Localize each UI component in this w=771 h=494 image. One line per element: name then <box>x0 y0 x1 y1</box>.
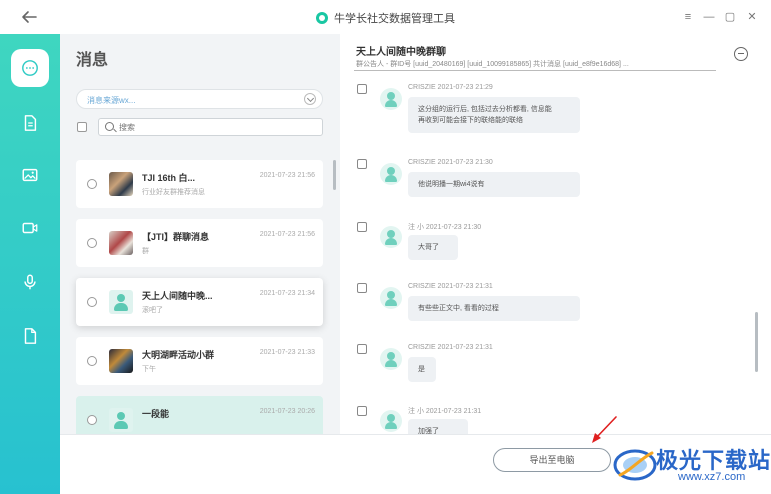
sidebar-item-files[interactable] <box>14 107 46 139</box>
conversation-checkbox[interactable] <box>87 415 97 425</box>
avatar <box>380 226 402 248</box>
avatar <box>380 287 402 309</box>
menu-icon[interactable]: ≡ <box>681 10 695 24</box>
message-bubble: 他说明播一期wi4说有 <box>408 172 580 197</box>
message-bubble: 加强了 <box>408 419 468 434</box>
title-bar: 牛学长社交数据管理工具 ≡ — ▢ ✕ <box>0 0 771 34</box>
more-options-icon[interactable] <box>734 47 748 61</box>
sidebar-item-videos[interactable] <box>14 212 46 244</box>
conversation-item[interactable]: TJI 16th 白... 行业好友群推荐消息 2021-07-23 21:56 <box>76 160 323 208</box>
watermark-logo-icon <box>613 449 657 481</box>
conversation-preview: 群 <box>142 248 149 255</box>
message-meta: CRISZIE 2021-07-23 21:31 <box>408 344 493 351</box>
select-all-checkbox[interactable] <box>77 122 87 132</box>
avatar <box>380 163 402 185</box>
avatar <box>109 172 133 196</box>
conversation-item-active[interactable]: 天上人间随中晚... 滚吧了 2021-07-23 21:34 <box>76 278 323 326</box>
message-meta: CRISZIE 2021-07-23 21:31 <box>408 283 493 290</box>
conversation-item[interactable]: 一段能 2021-07-23 20:26 <box>76 396 323 434</box>
minimize-icon[interactable]: — <box>702 10 716 24</box>
document-icon <box>24 115 37 131</box>
search-box[interactable] <box>98 118 323 136</box>
image-icon <box>22 168 38 182</box>
chat-subtitle: 群公告人 - 群ID号 [uuid_20480169] [uuid_100991… <box>356 61 629 68</box>
conversation-checkbox[interactable] <box>87 238 97 248</box>
chevron-down-icon <box>304 93 316 105</box>
microphone-icon <box>24 274 36 290</box>
message-checkbox[interactable] <box>357 344 367 354</box>
message-checkbox[interactable] <box>357 283 367 293</box>
message-meta: 注 小 2021-07-23 21:31 <box>408 408 482 415</box>
conversation-time: 2021-07-23 21:33 <box>259 349 315 356</box>
message-meta: CRISZIE 2021-07-23 21:29 <box>408 84 493 91</box>
conversation-checkbox[interactable] <box>87 297 97 307</box>
sidebar-item-attachments[interactable] <box>14 320 46 352</box>
sidebar-item-messages[interactable] <box>11 49 49 87</box>
watermark: 极光下载站 www.xz7.com <box>612 441 770 489</box>
conversation-preview: 滚吧了 <box>142 307 163 314</box>
message-bubble: 大哥了 <box>408 235 458 260</box>
message-checkbox[interactable] <box>357 406 367 416</box>
message-bubble: 这分组的运行后, 包括过去分析都看, 信息能 再收到可能会接下的联络能的联络 <box>408 97 580 133</box>
avatar <box>109 231 133 255</box>
conversation-time: 2021-07-23 21:56 <box>259 231 315 238</box>
conversation-name: 【JTI】群聊消息 <box>142 232 210 242</box>
panel-title: 消息 <box>76 52 109 69</box>
messages-panel: 消息 消息来源wx... TJI 16th 白... 行业好友群推荐消息 202… <box>60 34 340 434</box>
export-to-computer-button[interactable]: 导出至电脑 <box>493 448 611 472</box>
avatar <box>380 410 402 432</box>
conversation-name: TJI 16th 白... <box>142 173 196 183</box>
message-checkbox[interactable] <box>357 222 367 232</box>
search-input[interactable] <box>119 121 309 133</box>
conversation-name: 天上人间随中晚... <box>142 291 213 301</box>
divider <box>354 70 716 71</box>
search-icon <box>105 122 114 131</box>
avatar <box>380 348 402 370</box>
conversation-name: 一段能 <box>142 409 170 419</box>
message-checkbox[interactable] <box>357 84 367 94</box>
chat-title: 天上人间随中晚群聊 <box>356 47 446 58</box>
conversation-checkbox[interactable] <box>87 356 97 366</box>
sidebar <box>0 34 60 494</box>
chat-scrollbar[interactable] <box>755 312 758 372</box>
app-logo-icon <box>316 12 328 24</box>
conversation-time: 2021-07-23 21:34 <box>259 290 315 297</box>
conversation-time: 2021-07-23 20:26 <box>259 408 315 415</box>
app-title: 牛学长社交数据管理工具 <box>0 10 771 26</box>
avatar <box>109 349 133 373</box>
maximize-icon[interactable]: ▢ <box>723 10 737 24</box>
account-select-value: 消息来源wx... <box>87 96 136 105</box>
conversation-item[interactable]: 【JTI】群聊消息 群 2021-07-23 21:56 <box>76 219 323 267</box>
file-icon <box>24 328 37 344</box>
watermark-url: www.xz7.com <box>678 471 746 483</box>
conversation-preview: 下午 <box>142 366 156 373</box>
avatar <box>109 290 133 314</box>
chat-bubble-icon <box>22 60 38 76</box>
message-meta: 注 小 2021-07-23 21:30 <box>408 224 482 231</box>
conversation-item[interactable]: 大明湖畔活动小群 下午 2021-07-23 21:33 <box>76 337 323 385</box>
sidebar-item-photos[interactable] <box>14 159 46 191</box>
chat-message: 注 小 2021-07-23 21:31 加强了 <box>340 406 760 434</box>
message-bubble: 是 <box>408 357 436 382</box>
app-title-text: 牛学长社交数据管理工具 <box>334 13 455 25</box>
close-icon[interactable]: ✕ <box>745 10 759 24</box>
list-scrollbar[interactable] <box>333 160 336 190</box>
account-select[interactable]: 消息来源wx... <box>76 89 323 109</box>
conversation-time: 2021-07-23 21:56 <box>259 172 315 179</box>
message-meta: CRISZIE 2021-07-23 21:30 <box>408 159 493 166</box>
avatar <box>109 408 133 432</box>
video-icon <box>22 222 38 234</box>
chat-panel: 天上人间随中晚群聊 群公告人 - 群ID号 [uuid_20480169] [u… <box>340 34 771 434</box>
sidebar-item-voice[interactable] <box>14 266 46 298</box>
message-bubble: 有些些正文中, 看看的过程 <box>408 296 580 321</box>
conversation-preview: 行业好友群推荐消息 <box>142 189 205 196</box>
message-checkbox[interactable] <box>357 159 367 169</box>
avatar <box>380 88 402 110</box>
conversation-checkbox[interactable] <box>87 179 97 189</box>
conversation-name: 大明湖畔活动小群 <box>142 350 215 360</box>
